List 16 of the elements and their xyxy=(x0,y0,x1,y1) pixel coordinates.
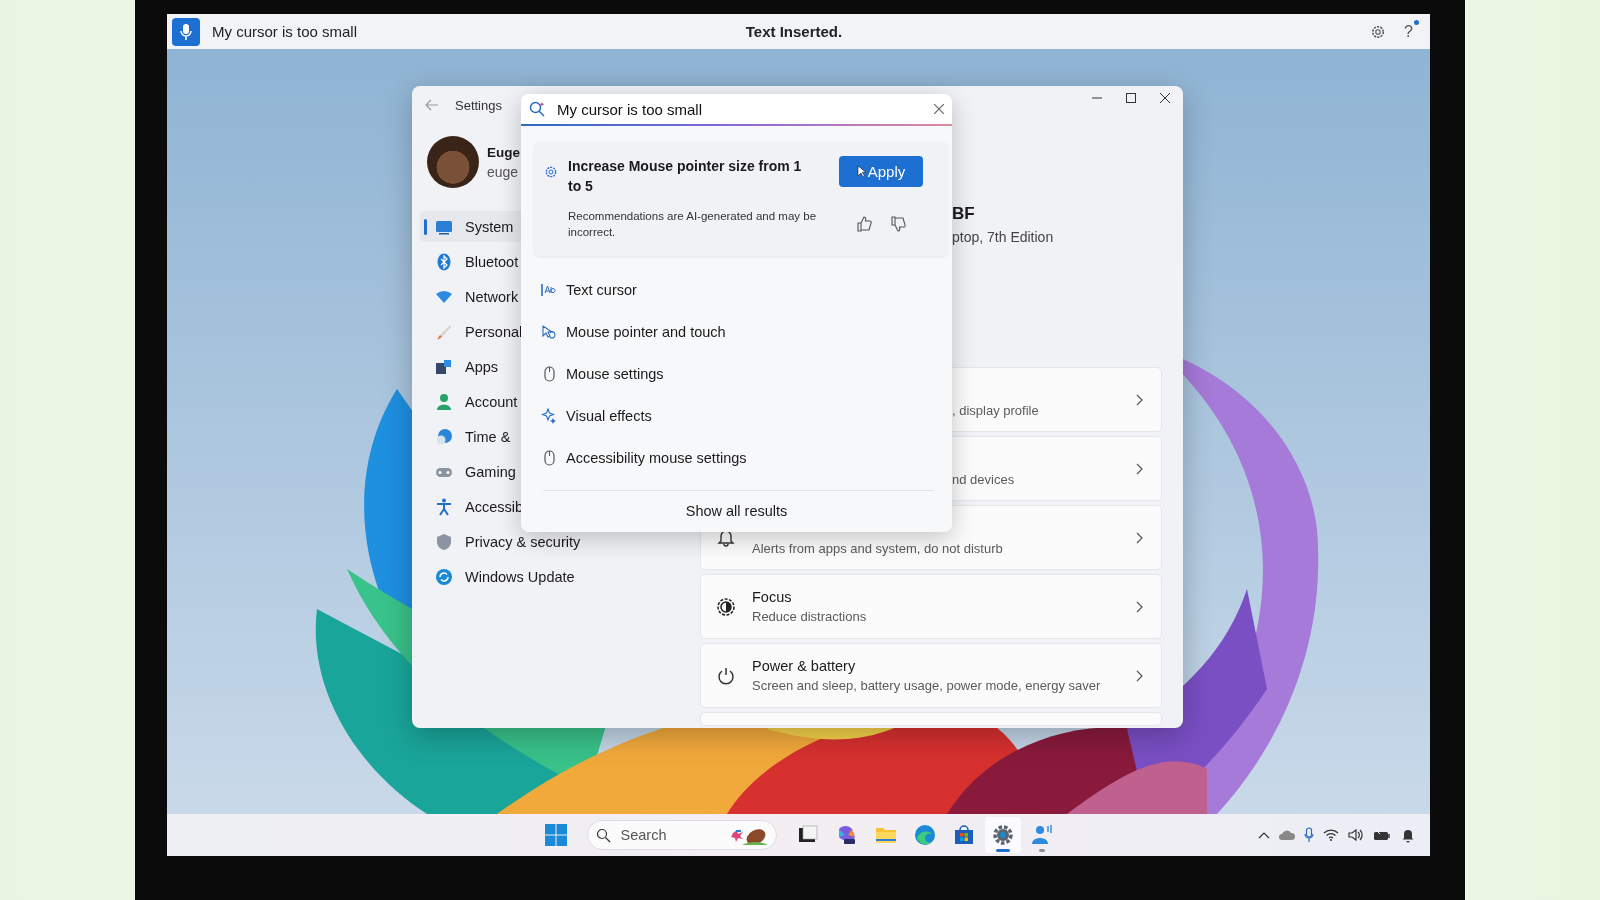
device-model: ptop, 7th Edition xyxy=(952,229,1055,245)
card-subtitle: Screen and sleep, battery usage, power mode, energy saver xyxy=(752,678,1102,693)
card-subtitle: Reduce distractions xyxy=(752,609,868,624)
user-email: euge xyxy=(487,163,520,180)
suggestion-title: Increase Mouse pointer size from 1 to 5 xyxy=(568,157,803,196)
card-title: Focus xyxy=(752,589,793,605)
disclaimer-text: Recommendations are AI-generated and may be incorrect. xyxy=(568,209,818,240)
device-name: BF xyxy=(952,204,976,224)
transcript-text: My cursor is too small xyxy=(212,23,358,40)
card-subtitle: , display profile xyxy=(952,403,1040,418)
status-text: Text Inserted. xyxy=(745,23,843,40)
card-title: Power & battery xyxy=(752,658,857,674)
card-subtitle: Alerts from apps and system, do not disturb xyxy=(752,541,1004,556)
window-title: Settings xyxy=(455,97,502,113)
card-subtitle: nd devices xyxy=(952,472,1016,487)
user-name: Euge xyxy=(487,144,520,160)
